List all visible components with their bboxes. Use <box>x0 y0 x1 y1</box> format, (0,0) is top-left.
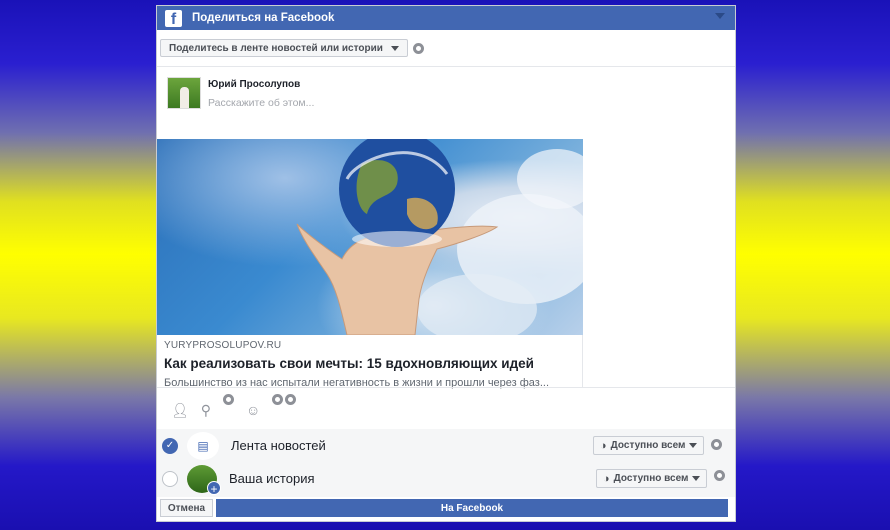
avatar <box>167 77 201 109</box>
help-ring-icon[interactable] <box>714 470 725 481</box>
avatar: + <box>187 464 221 496</box>
audience-label: Доступно всем <box>613 473 689 484</box>
globe-hand-illustration <box>296 139 583 335</box>
globe-icon: ◑ <box>600 439 607 452</box>
cancel-button[interactable]: Отмена <box>160 499 213 517</box>
user-name: Юрий Просолупов <box>208 79 301 90</box>
chevron-down-icon <box>689 443 698 448</box>
chevron-down-icon[interactable] <box>715 13 725 19</box>
link-domain: YURYPROSOLUPOV.RU <box>164 340 282 351</box>
unchecked-circle-icon[interactable] <box>162 470 178 487</box>
ring-pair <box>272 394 297 405</box>
post-targets: ✓ ▤ Лента новостей ◑ Доступно всем + Ваш… <box>157 429 735 497</box>
help-ring-icon[interactable] <box>412 42 424 54</box>
help-ring-icon[interactable] <box>223 394 235 405</box>
check-icon[interactable]: ✓ <box>162 437 178 454</box>
news-feed-icon: ▤ <box>187 431 219 460</box>
share-dialog: f Поделиться на Facebook Поделитесь в ле… <box>156 5 736 522</box>
post-target-label: Ваша история <box>229 471 315 486</box>
composer-text-area[interactable]: Юрий Просолупов Расскажите об этом... <box>208 77 314 139</box>
facebook-logo-icon: f <box>165 9 182 27</box>
link-title: Как реализовать свои мечты: 15 вдохновля… <box>164 356 534 371</box>
composer-input[interactable]: Расскажите об этом... <box>208 97 314 109</box>
post-target-story[interactable]: + Ваша история ◑ Доступно всем <box>157 462 735 496</box>
audience-label: Доступно всем <box>610 440 686 451</box>
link-preview-body: YURYPROSOLUPOV.RU Как реализовать свои м… <box>157 335 582 389</box>
help-ring-icon[interactable] <box>285 394 297 405</box>
tag-people-icon[interactable]: 👤︎ <box>171 402 189 419</box>
plus-icon: + <box>207 480 221 496</box>
feeling-icon[interactable]: ☺ <box>246 402 260 418</box>
globe-icon: ◑ <box>603 472 610 485</box>
destination-select[interactable]: Поделитесь в ленте новостей или истории <box>160 39 408 57</box>
help-ring-icon[interactable] <box>711 439 722 450</box>
dialog-titlebar: f Поделиться на Facebook <box>157 6 735 30</box>
dialog-title: Поделиться на Facebook <box>192 12 335 24</box>
post-target-news-feed[interactable]: ✓ ▤ Лента новостей ◑ Доступно всем <box>157 429 735 462</box>
composer: Юрий Просолупов Расскажите об этом... <box>157 67 735 139</box>
share-button[interactable]: На Facebook <box>216 499 728 517</box>
link-preview-image <box>157 139 583 335</box>
audience-select[interactable]: ◑ Доступно всем <box>593 436 705 455</box>
audience-select[interactable]: ◑ Доступно всем <box>596 469 708 488</box>
dialog-footer: Отмена На Facebook <box>157 499 735 521</box>
help-ring-icon[interactable] <box>272 394 284 405</box>
avatar-person-icon <box>180 87 189 108</box>
destination-row: Поделитесь в ленте новостей или истории <box>157 30 735 67</box>
post-actions-bar: 👤︎ ⚲ ☺ <box>157 387 735 427</box>
destination-label: Поделитесь в ленте новостей или истории <box>169 42 383 54</box>
post-target-label: Лента новостей <box>231 438 326 453</box>
link-preview-card[interactable]: YURYPROSOLUPOV.RU Как реализовать свои м… <box>157 139 583 389</box>
location-icon[interactable]: ⚲ <box>201 402 211 419</box>
chevron-down-icon <box>390 45 399 51</box>
chevron-down-icon <box>692 476 701 481</box>
